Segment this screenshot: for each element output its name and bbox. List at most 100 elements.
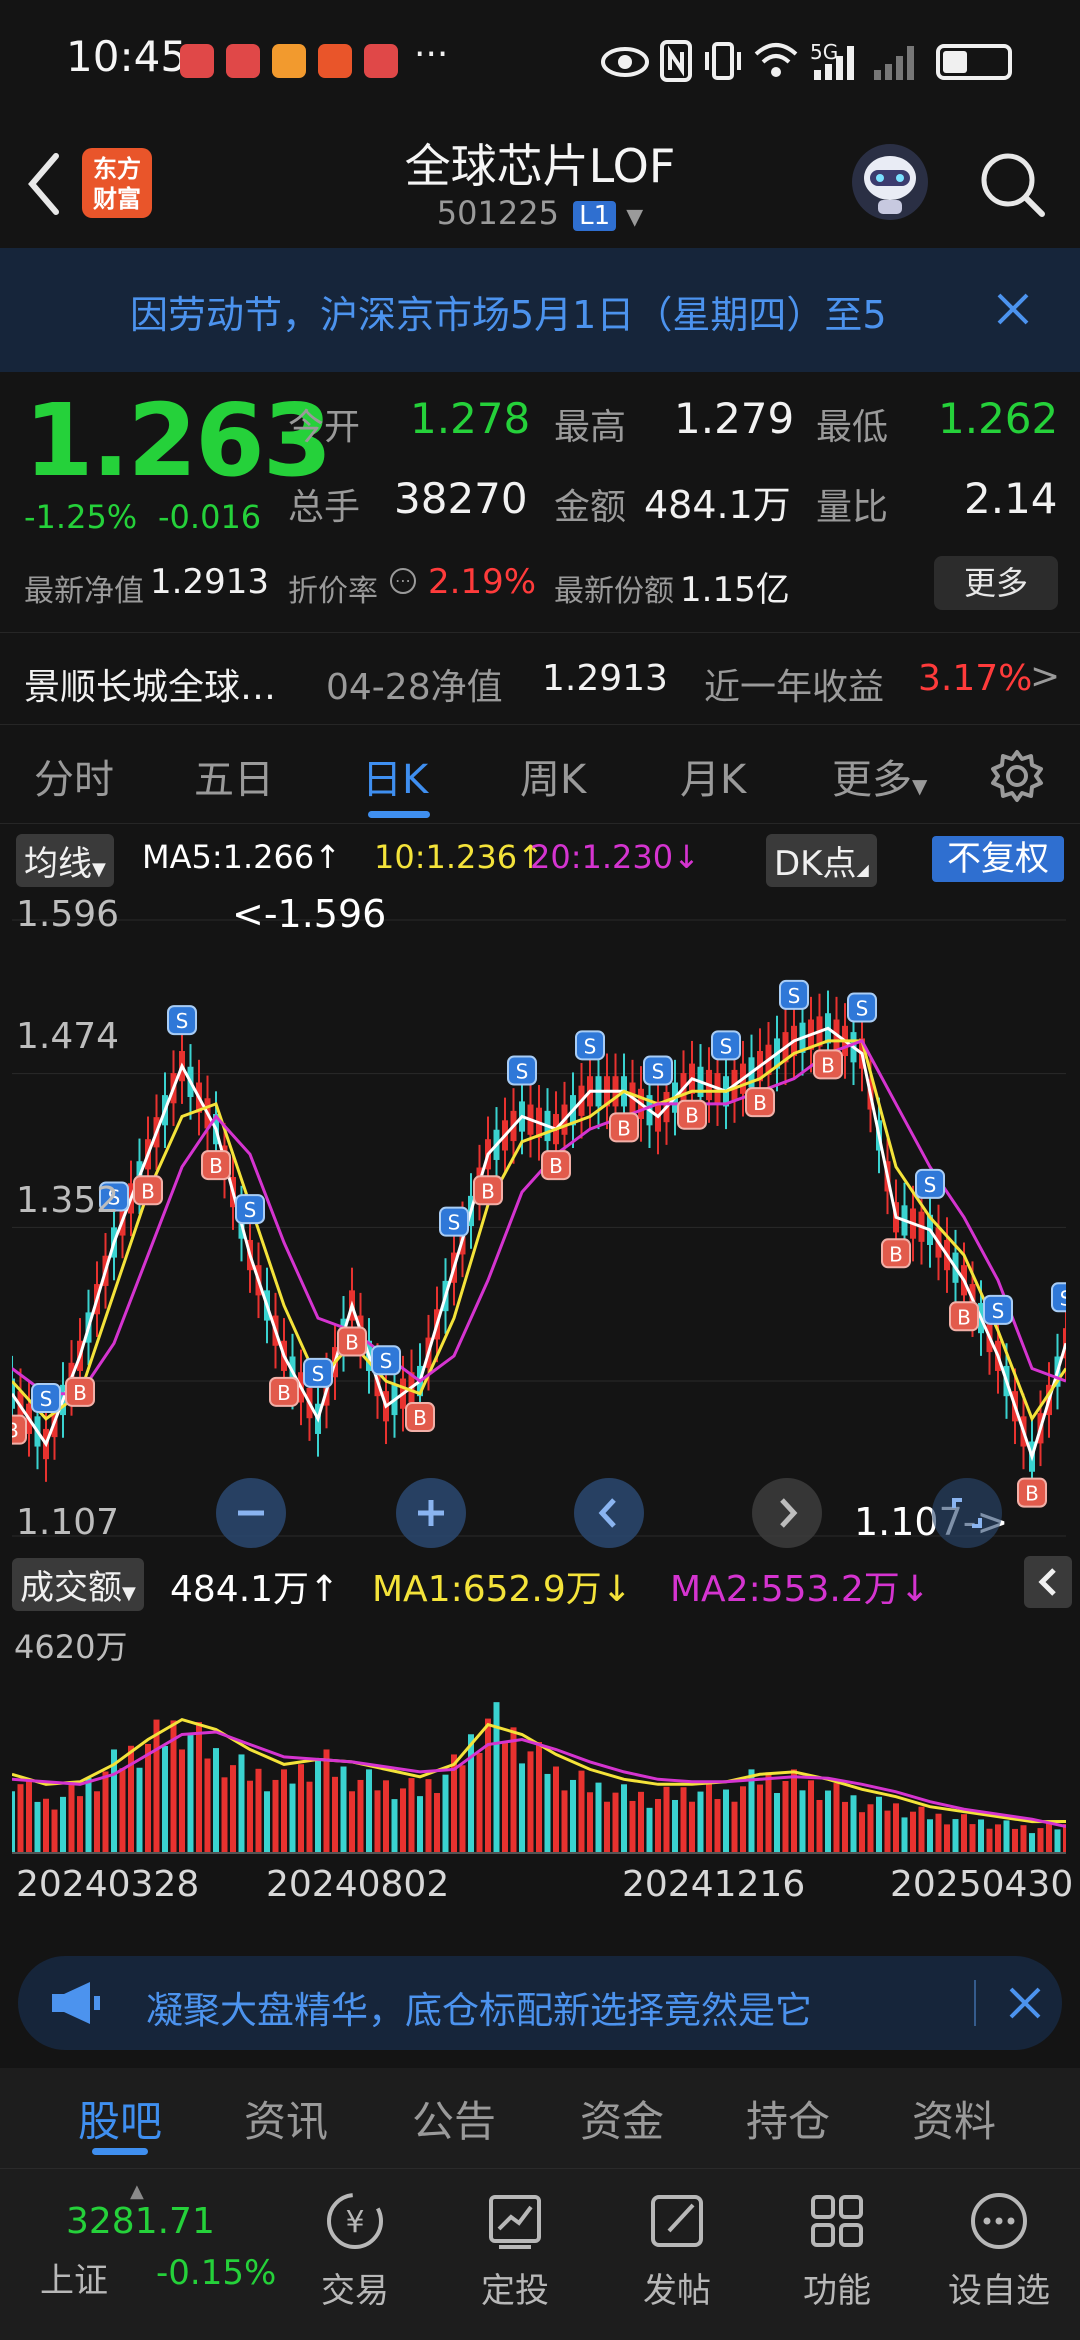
info-icon[interactable]: ⋯ — [390, 568, 416, 594]
buy-marker: B — [473, 1175, 503, 1206]
active-tab-indicator — [92, 2148, 148, 2155]
nav-invest[interactable]: 定投 — [460, 2189, 570, 2312]
buy-marker: B — [813, 1049, 843, 1080]
ma5-text: MA5:1.266 — [142, 838, 315, 876]
buy-marker-label: B — [277, 1381, 291, 1405]
volume-bar — [986, 1828, 993, 1854]
volume-bar — [723, 1789, 729, 1854]
gear-icon[interactable] — [990, 749, 1044, 803]
volume-bar — [655, 1798, 661, 1854]
close-icon[interactable] — [1008, 1986, 1042, 2020]
buy-marker: B — [65, 1376, 95, 1407]
tab-weekly-k[interactable]: 周K — [520, 747, 586, 805]
volume-bar — [604, 1801, 610, 1854]
tab-stock-forum[interactable]: 股吧 — [78, 2088, 162, 2149]
wifi-icon — [754, 43, 798, 77]
search-icon[interactable] — [978, 150, 1048, 220]
kline-chart[interactable]: BSBSBSBSBSBSBSBSBSBSBSBSBSBSBSBS 1.596 1… — [0, 890, 1080, 1550]
volume-selector-label: 成交额 — [20, 1568, 122, 1608]
volume-bar — [85, 1778, 92, 1854]
nav-trade[interactable]: ¥ 交易 — [300, 2189, 410, 2312]
tab-intraday[interactable]: 分时 — [34, 747, 114, 805]
buy-marker-label: B — [617, 1116, 631, 1140]
dk-point-label: DK点 — [774, 844, 857, 884]
volume-bar — [740, 1786, 746, 1854]
prev-button[interactable] — [574, 1478, 644, 1548]
volume-bar — [816, 1799, 823, 1854]
volume-bar — [349, 1791, 355, 1854]
volume-bar — [578, 1770, 585, 1854]
volume-bar — [570, 1779, 576, 1854]
buy-marker: B — [269, 1376, 299, 1407]
sell-marker-label: S — [312, 1362, 325, 1386]
eye-icon — [601, 47, 649, 77]
volume-bar — [842, 1801, 848, 1854]
tab-profile[interactable]: 资料 — [912, 2088, 996, 2149]
volume-ma1: MA1:652.9万↓ — [372, 1569, 632, 1610]
tab-holdings[interactable]: 持仓 — [746, 2088, 830, 2149]
sell-marker-label: S — [244, 1198, 257, 1222]
tab-funds[interactable]: 资金 — [580, 2088, 664, 2149]
buy-marker: B — [677, 1099, 707, 1130]
more-icon — [971, 2193, 1027, 2249]
expand-button[interactable] — [932, 1478, 1002, 1548]
chevron-right-icon — [780, 1498, 798, 1528]
sell-marker: S — [643, 1055, 673, 1086]
more-button[interactable]: 更多 — [934, 556, 1058, 610]
ad-banner[interactable]: 凝聚大盘精华，底仓标配新选择竟然是它 — [18, 1956, 1062, 2050]
ratio-value: 2.14 — [964, 474, 1058, 523]
tab-daily-k[interactable]: 日K — [362, 747, 428, 805]
volume-bar — [765, 1772, 772, 1854]
collapse-button[interactable] — [1024, 1556, 1072, 1608]
sell-marker: S — [711, 1030, 741, 1061]
buy-marker: B — [881, 1238, 911, 1269]
nav-post[interactable]: 发帖 — [622, 2189, 732, 2312]
volume-bar — [468, 1734, 474, 1854]
dk-point-button[interactable]: DK点◢ — [766, 834, 877, 887]
adjust-button[interactable]: 不复权 — [932, 836, 1064, 882]
volume-bar — [417, 1796, 423, 1854]
volume-chart[interactable]: 4620万 — [9, 1614, 1078, 1854]
fund-info-row[interactable]: 景顺长城全球… 04-28净值 1.2913 近一年收益 3.17% > — [0, 634, 1080, 724]
robot-assistant-icon[interactable] — [848, 140, 932, 224]
volume-bar — [1037, 1828, 1044, 1854]
volume-bar — [519, 1763, 525, 1854]
zoom-in-button[interactable] — [396, 1478, 466, 1548]
tab-monthly-k[interactable]: 月K — [680, 747, 746, 805]
volume-bar — [706, 1781, 712, 1854]
tab-more[interactable]: 更多▼ — [832, 747, 927, 805]
sell-marker: S — [779, 979, 809, 1010]
volume-bar — [298, 1764, 304, 1854]
nav-functions[interactable]: 功能 — [782, 2189, 892, 2312]
buy-marker-label: B — [141, 1179, 155, 1203]
volume-bar — [995, 1824, 1001, 1854]
notification-icon — [226, 44, 260, 78]
invest-icon — [489, 2195, 541, 2249]
megaphone-icon — [52, 1982, 100, 2024]
close-icon[interactable] — [996, 292, 1030, 326]
volume-bar — [663, 1786, 670, 1854]
sell-marker-label: S — [720, 1034, 733, 1058]
amount-value: 484.1万 — [644, 483, 791, 527]
next-button[interactable] — [752, 1478, 822, 1548]
tab-news[interactable]: 资讯 — [244, 2088, 328, 2149]
buy-marker: B — [541, 1150, 571, 1181]
buy-marker-label: B — [821, 1053, 835, 1077]
shares-label: 最新份额 — [554, 574, 674, 609]
volume-bar — [561, 1790, 568, 1854]
volume-bar — [629, 1800, 636, 1854]
volume-bar — [714, 1799, 721, 1854]
holiday-notice[interactable]: 因劳动节，沪深京市场5月1日（星期四）至5 — [0, 248, 1080, 372]
nav-watchlist[interactable]: 设自选 — [944, 2189, 1054, 2312]
tab-five-day[interactable]: 五日 — [194, 747, 274, 805]
buy-marker: B — [745, 1087, 775, 1118]
zoom-out-button[interactable] — [216, 1478, 286, 1548]
ma-selector[interactable]: 均线▼ — [16, 834, 114, 887]
sell-marker-label: S — [924, 1173, 937, 1197]
buy-marker-label: B — [481, 1179, 495, 1203]
volume-selector[interactable]: 成交额▼ — [12, 1558, 144, 1611]
volume-bar — [213, 1748, 219, 1854]
content-tabs: 股吧 资讯 公告 资金 持仓 资料 — [0, 2068, 1080, 2168]
tab-announcements[interactable]: 公告 — [412, 2088, 496, 2149]
date-label: 20250430 — [890, 1864, 1074, 1905]
